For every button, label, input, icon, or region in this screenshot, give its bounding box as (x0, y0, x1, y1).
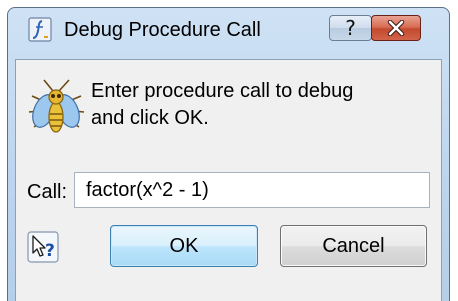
dialog-body: Enter procedure call to debug and click … (15, 59, 442, 301)
title-bar[interactable]: Debug Procedure Call ? (8, 8, 449, 59)
svg-text:?: ? (45, 241, 55, 261)
window-title: Debug Procedure Call (64, 19, 261, 41)
call-input[interactable] (74, 172, 430, 208)
close-icon (387, 20, 405, 36)
context-help-icon[interactable]: ? (27, 231, 59, 263)
call-label: Call: (27, 181, 68, 203)
titlebar-help-button[interactable]: ? (329, 15, 372, 41)
titlebar-close-button[interactable] (371, 15, 421, 41)
cancel-button[interactable]: Cancel (280, 225, 427, 267)
fly-bug-icon (28, 79, 85, 133)
question-icon: ? (345, 16, 356, 40)
app-icon (28, 17, 52, 42)
dialog-window: Debug Procedure Call ? Enter procedure c… (7, 7, 450, 301)
ok-button[interactable]: OK (110, 225, 258, 267)
prompt-text: Enter procedure call to debug and click … (91, 80, 354, 129)
